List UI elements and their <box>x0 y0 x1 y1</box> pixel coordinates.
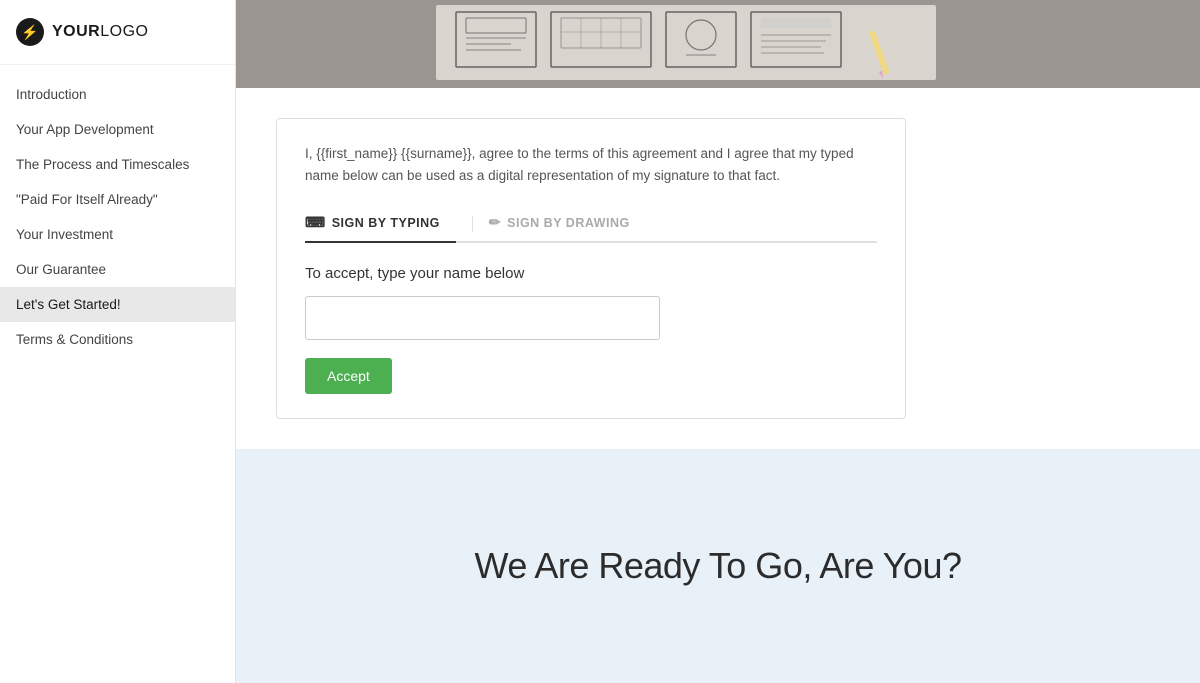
keyboard-icon: ⌨ <box>305 214 326 231</box>
agreement-text: I, {{first_name}} {{surname}}, agree to … <box>305 143 877 186</box>
tab-sign-by-typing[interactable]: ⌨ SIGN BY TYPING <box>305 206 456 243</box>
logo-bold: YOUR <box>52 23 100 40</box>
tab-sign-by-drawing-label: SIGN BY DRAWING <box>507 216 630 230</box>
bottom-heading: We Are Ready To Go, Are You? <box>474 545 961 587</box>
logo-normal: LOGO <box>100 23 148 40</box>
name-input[interactable] <box>305 296 660 340</box>
hero-image <box>236 0 1200 88</box>
sidebar-item-terms-conditions[interactable]: Terms & Conditions <box>0 322 235 357</box>
sidebar: ⚡ YOURLOGO Introduction Your App Develop… <box>0 0 236 683</box>
bottom-section: We Are Ready To Go, Are You? <box>236 449 1200 683</box>
tab-sign-by-drawing[interactable]: ✏ SIGN BY DRAWING <box>489 206 646 243</box>
sidebar-item-our-guarantee[interactable]: Our Guarantee <box>0 252 235 287</box>
sidebar-item-paid-for-itself[interactable]: "Paid For Itself Already" <box>0 182 235 217</box>
sidebar-item-your-investment[interactable]: Your Investment <box>0 217 235 252</box>
sidebar-item-process-timescales[interactable]: The Process and Timescales <box>0 147 235 182</box>
main-content: I, {{first_name}} {{surname}}, agree to … <box>236 0 1200 683</box>
sidebar-item-your-app-development[interactable]: Your App Development <box>0 112 235 147</box>
lightning-icon: ⚡ <box>21 24 38 41</box>
logo-text: YOURLOGO <box>52 23 148 41</box>
accept-button[interactable]: Accept <box>305 358 392 394</box>
signature-card: I, {{first_name}} {{surname}}, agree to … <box>276 118 906 419</box>
tab-sign-by-typing-label: SIGN BY TYPING <box>332 216 440 230</box>
sign-tabs: ⌨ SIGN BY TYPING ✏ SIGN BY DRAWING <box>305 206 877 243</box>
sidebar-item-introduction[interactable]: Introduction <box>0 77 235 112</box>
logo-area: ⚡ YOURLOGO <box>0 0 235 65</box>
tab-divider <box>472 216 473 232</box>
sidebar-item-lets-get-started[interactable]: Let's Get Started! <box>0 287 235 322</box>
type-label: To accept, type your name below <box>305 265 877 282</box>
card-area: I, {{first_name}} {{surname}}, agree to … <box>236 88 1200 449</box>
nav-list: Introduction Your App Development The Pr… <box>0 65 235 683</box>
pen-icon: ✏ <box>489 214 501 231</box>
logo-icon: ⚡ <box>16 18 44 46</box>
